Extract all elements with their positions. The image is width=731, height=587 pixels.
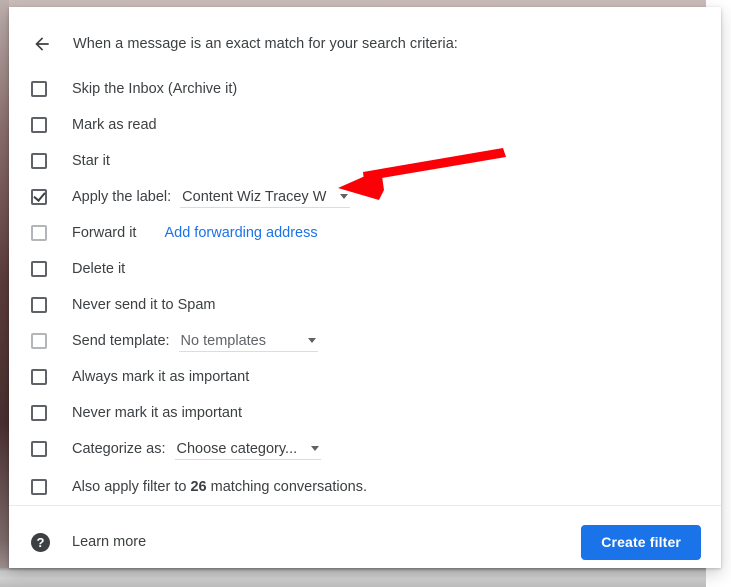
option-label-forward-it: Forward it <box>72 225 137 241</box>
option-label-categorize-as: Categorize as: <box>72 441 166 457</box>
create-filter-dialog: When a message is an exact match for you… <box>9 7 721 568</box>
option-label-star-it: Star it <box>72 153 110 169</box>
label-select-value: Content Wiz Tracey W <box>182 188 327 205</box>
dialog-footer: ? Learn more Create filter <box>9 505 721 578</box>
checkbox-categorize-as[interactable] <box>31 441 47 457</box>
option-row-delete-it[interactable]: Delete it <box>9 251 721 287</box>
option-label-skip-inbox: Skip the Inbox (Archive it) <box>72 81 238 97</box>
option-label-send-template: Send template: <box>72 333 170 349</box>
option-label-apply-to-existing: Also apply filter to 26 matching convers… <box>72 479 367 495</box>
checkbox-never-important[interactable] <box>31 405 47 421</box>
screen: l a 1 e b l n s e n e s n When a message… <box>0 0 731 587</box>
filter-actions-list: Skip the Inbox (Archive it) Mark as read… <box>9 71 721 505</box>
matching-conversation-count: 26 <box>190 479 207 495</box>
template-select-value: No templates <box>180 332 266 349</box>
option-row-never-spam[interactable]: Never send it to Spam <box>9 287 721 323</box>
checkbox-always-important[interactable] <box>31 369 47 385</box>
chevron-down-icon <box>340 194 349 199</box>
checkbox-send-template[interactable] <box>31 333 47 349</box>
dialog-header: When a message is an exact match for you… <box>9 27 721 61</box>
checkbox-apply-label[interactable] <box>31 189 47 205</box>
option-row-forward-it[interactable]: Forward it Add forwarding address <box>9 215 721 251</box>
option-row-categorize-as[interactable]: Categorize as: Choose category... <box>9 431 721 467</box>
question-mark-icon[interactable]: ? <box>31 532 50 552</box>
option-row-star-it[interactable]: Star it <box>9 143 721 179</box>
option-label-always-important: Always mark it as important <box>72 369 250 385</box>
option-row-skip-inbox[interactable]: Skip the Inbox (Archive it) <box>9 71 721 107</box>
checkbox-star-it[interactable] <box>31 153 47 169</box>
apply-existing-suffix: matching conversations. <box>210 479 368 495</box>
dialog-body: When a message is an exact match for you… <box>9 7 721 505</box>
option-row-apply-label[interactable]: Apply the label: Content Wiz Tracey W <box>9 179 721 215</box>
option-label-never-spam: Never send it to Spam <box>72 297 216 313</box>
template-select-dropdown[interactable]: No templates <box>178 332 318 352</box>
checkbox-forward-it[interactable] <box>31 225 47 241</box>
checkbox-skip-inbox[interactable] <box>31 81 47 97</box>
option-row-send-template[interactable]: Send template: No templates <box>9 323 721 359</box>
option-row-apply-to-existing[interactable]: Also apply filter to 26 matching convers… <box>9 469 721 505</box>
checkbox-delete-it[interactable] <box>31 261 47 277</box>
chevron-down-icon <box>311 446 320 451</box>
option-label-apply-label: Apply the label: <box>72 189 172 205</box>
checkbox-never-spam[interactable] <box>31 297 47 313</box>
learn-more-link[interactable]: Learn more <box>72 534 146 550</box>
category-select-value: Choose category... <box>176 440 298 457</box>
option-row-never-important[interactable]: Never mark it as important <box>9 395 721 431</box>
option-row-mark-as-read[interactable]: Mark as read <box>9 107 721 143</box>
checkbox-mark-as-read[interactable] <box>31 117 47 133</box>
label-select-dropdown[interactable]: Content Wiz Tracey W <box>180 188 351 208</box>
option-label-mark-as-read: Mark as read <box>72 117 157 133</box>
arrow-left-icon[interactable] <box>29 31 55 57</box>
chevron-down-icon <box>307 338 316 343</box>
page-title: When a message is an exact match for you… <box>73 36 458 52</box>
apply-existing-prefix: Also apply filter to <box>72 479 187 495</box>
add-forwarding-address-link[interactable]: Add forwarding address <box>164 225 317 241</box>
option-label-delete-it: Delete it <box>72 261 126 277</box>
desktop-backdrop-left <box>0 0 9 587</box>
create-filter-button[interactable]: Create filter <box>581 524 701 560</box>
option-row-always-important[interactable]: Always mark it as important <box>9 359 721 395</box>
option-label-never-important: Never mark it as important <box>72 405 243 421</box>
checkbox-apply-to-existing[interactable] <box>31 479 47 495</box>
category-select-dropdown[interactable]: Choose category... <box>174 440 322 460</box>
